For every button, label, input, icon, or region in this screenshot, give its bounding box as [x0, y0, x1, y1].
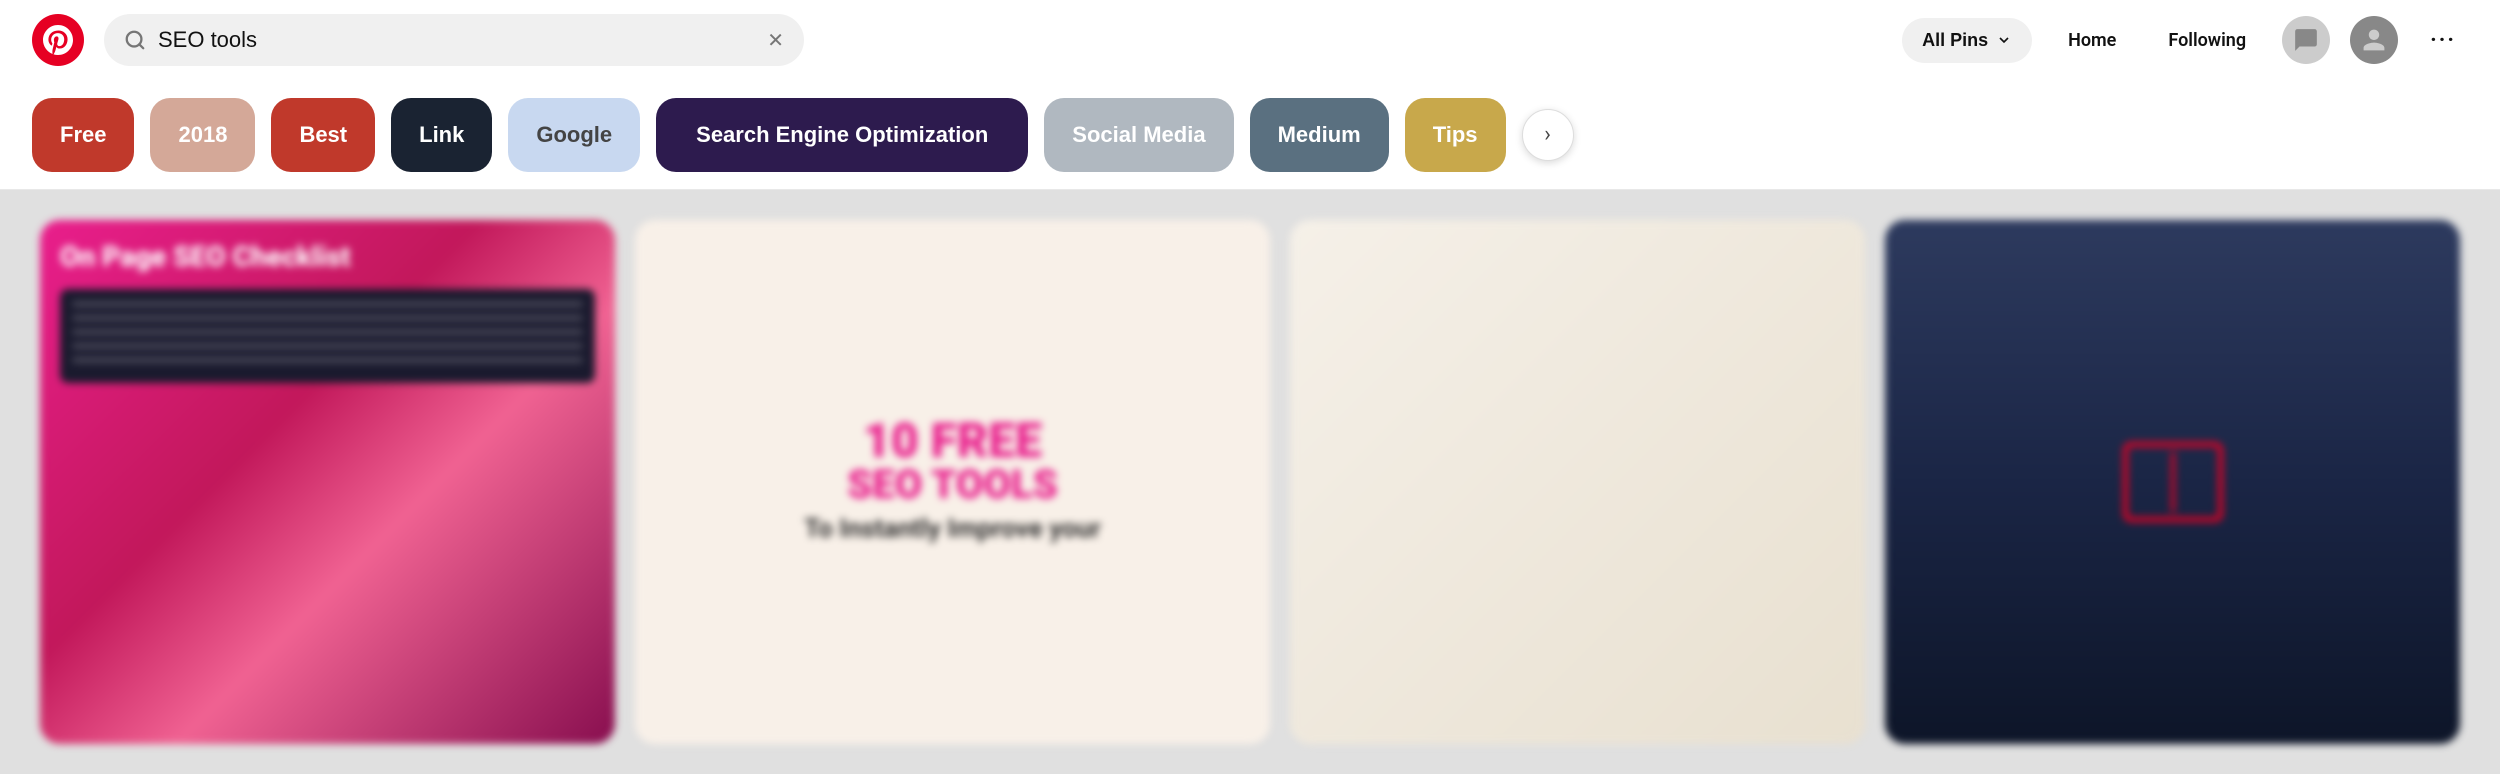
search-bar: ✕ — [104, 14, 804, 66]
pinterest-logo[interactable] — [32, 14, 84, 66]
chip-social-media[interactable]: Social Media — [1044, 98, 1233, 172]
pin-card[interactable] — [1290, 220, 1865, 744]
pin-title: On Page SEO Checklist — [60, 240, 595, 274]
chip-tips[interactable]: Tips — [1405, 98, 1506, 172]
search-icon — [124, 29, 146, 51]
chips-next-button[interactable]: › — [1522, 109, 1574, 161]
messages-avatar[interactable] — [2282, 16, 2330, 64]
pin-text-line2: SEO TOOLS — [847, 465, 1057, 505]
chip-medium[interactable]: Medium — [1250, 98, 1389, 172]
pin-content — [60, 289, 595, 383]
search-input[interactable] — [158, 27, 755, 53]
all-pins-dropdown[interactable]: All Pins — [1902, 18, 2032, 63]
chip-best[interactable]: Best — [271, 98, 375, 172]
pin-text-line1: 10 FREE — [863, 417, 1042, 465]
user-avatar[interactable] — [2350, 16, 2398, 64]
chip-free[interactable]: Free — [32, 98, 134, 172]
nav-home[interactable]: Home — [2052, 18, 2132, 63]
header: ✕ All Pins Home Following ··· — [0, 0, 2500, 80]
pin-card[interactable] — [1885, 220, 2460, 744]
chip-link[interactable]: Link — [391, 98, 492, 172]
chips-bar: Free 2018 Best Link Google Search Engine… — [0, 80, 2500, 190]
book-icon — [2123, 442, 2223, 522]
more-options-button[interactable]: ··· — [2418, 20, 2468, 61]
chip-2018[interactable]: 2018 — [150, 98, 255, 172]
pin-card[interactable]: 10 FREE SEO TOOLS To Instantly Improve y… — [635, 220, 1270, 744]
clear-icon[interactable]: ✕ — [767, 28, 784, 52]
chevron-right-icon: › — [1544, 122, 1551, 147]
nav-following[interactable]: Following — [2152, 18, 2262, 63]
all-pins-label: All Pins — [1922, 30, 1988, 51]
chip-search-engine-optimization[interactable]: Search Engine Optimization — [656, 98, 1028, 172]
pin-card[interactable]: On Page SEO Checklist — [40, 220, 615, 744]
pin-text-line3: To Instantly Improve your — [804, 513, 1101, 547]
chip-google[interactable]: Google — [508, 98, 640, 172]
pins-grid: On Page SEO Checklist 10 FREE SEO TOOLS … — [0, 190, 2500, 774]
